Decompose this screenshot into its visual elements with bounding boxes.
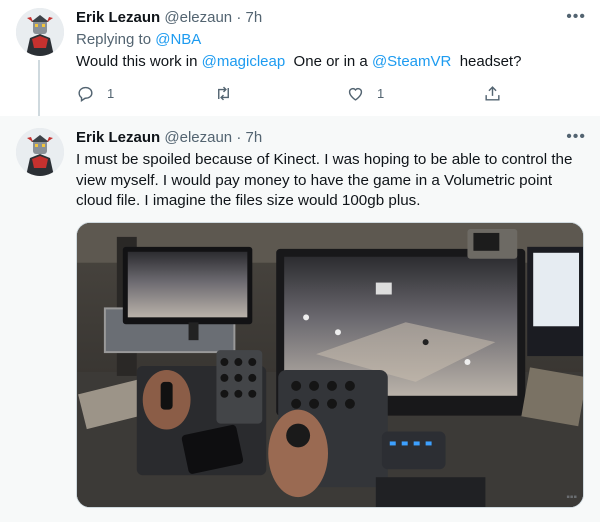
retweet-icon [218, 86, 229, 101]
tweet-header: Erik Lezaun @elezaun · 7h [76, 128, 262, 148]
author-name[interactable]: Erik Lezaun [76, 129, 160, 146]
share-button[interactable] [483, 84, 502, 103]
more-options-icon[interactable]: ••• [566, 129, 586, 145]
tweet-focused[interactable]: Erik Lezaun @elezaun · 7h ••• I must be … [0, 116, 600, 522]
action-bar: 1 1 [76, 84, 506, 106]
tweet-text: I must be spoiled because of Kinect. I w… [76, 151, 573, 209]
author-handle[interactable]: @elezaun [164, 129, 232, 146]
share-icon [485, 86, 500, 101]
mention-link[interactable]: @magicleap [202, 53, 286, 70]
tweet-photo[interactable]: ▪▪▪ [76, 222, 584, 508]
mention-link[interactable]: @NBA [155, 31, 201, 48]
replying-to-label: Replying to [76, 31, 152, 48]
mention-link[interactable]: @SteamVR [372, 53, 451, 70]
tweet-reply[interactable]: Erik Lezaun @elezaun · 7h ••• Replying t… [0, 0, 600, 116]
like-icon [348, 87, 363, 101]
author-handle[interactable]: @elezaun [164, 9, 232, 26]
text-part: Would this work in [76, 53, 202, 70]
reply-icon [78, 86, 93, 102]
avatar[interactable] [16, 8, 64, 56]
dot-separator: · [236, 9, 242, 26]
reply-button[interactable]: 1 [76, 84, 114, 103]
text-part: One or in a [285, 53, 372, 70]
more-options-icon[interactable]: ••• [566, 9, 586, 25]
reply-count: 1 [107, 86, 115, 101]
watermark-icon: ▪▪▪ [566, 492, 577, 503]
timestamp[interactable]: 7h [246, 129, 263, 146]
dot-separator: · [236, 129, 242, 146]
timestamp[interactable]: 7h [246, 9, 263, 26]
like-button[interactable]: 1 [346, 84, 384, 103]
text-part: headset? [451, 53, 522, 70]
replying-to: Replying to @NBA [76, 30, 201, 50]
like-count: 1 [377, 86, 385, 101]
tweet-text: Would this work in @magicleap One or in … [76, 52, 521, 72]
avatar[interactable] [16, 128, 64, 176]
photo-broadcast-studio [77, 223, 583, 507]
thread-connector [38, 60, 40, 116]
retweet-button[interactable] [214, 84, 233, 103]
tweet-header: Erik Lezaun @elezaun · 7h [76, 8, 262, 28]
author-name[interactable]: Erik Lezaun [76, 9, 160, 26]
